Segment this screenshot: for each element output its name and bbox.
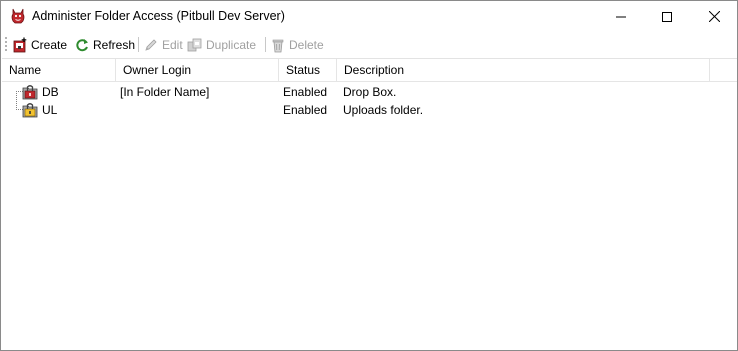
toolbar-separator — [265, 37, 266, 52]
duplicate-icon — [187, 38, 202, 51]
row-name: UL — [42, 103, 58, 117]
maximize-button[interactable] — [644, 1, 690, 32]
row-name: DB — [42, 85, 59, 99]
locked-folder-red-icon — [22, 85, 38, 100]
refresh-button[interactable]: Refresh — [74, 35, 135, 54]
title-bar[interactable]: Administer Folder Access (Pitbull Dev Se… — [1, 1, 737, 32]
window-title: Administer Folder Access (Pitbull Dev Se… — [32, 9, 285, 23]
trash-icon — [272, 39, 284, 52]
locked-folder-yellow-icon — [22, 103, 38, 118]
delete-label: Delete — [289, 37, 324, 52]
create-button[interactable]: Create — [12, 35, 67, 54]
column-header-status[interactable]: Status — [279, 59, 337, 81]
row-status: Enabled — [283, 103, 328, 117]
toolbar: Create Refresh Edit Duplicate Delete — [1, 32, 737, 57]
edit-button[interactable]: Edit — [143, 35, 183, 54]
close-button[interactable] — [691, 1, 737, 32]
column-header-description[interactable]: Description — [337, 59, 710, 81]
column-header-owner-login[interactable]: Owner Login — [116, 59, 279, 81]
minimize-button[interactable] — [598, 1, 644, 32]
row-owner-login: [In Folder Name] — [120, 85, 210, 99]
refresh-icon — [76, 38, 88, 51]
table-row[interactable]: UL Enabled Uploads folder. — [2, 101, 737, 119]
toolbar-grip[interactable] — [5, 36, 7, 53]
folder-list[interactable]: Name Owner Login Status Description DB [… — [2, 58, 737, 350]
row-description: Drop Box. — [343, 85, 397, 99]
table-row[interactable]: DB [In Folder Name] Enabled Drop Box. — [2, 83, 737, 101]
duplicate-button[interactable]: Duplicate — [187, 35, 256, 54]
close-icon — [708, 11, 720, 22]
duplicate-label: Duplicate — [206, 37, 257, 52]
minimize-icon — [616, 16, 626, 17]
delete-button[interactable]: Delete — [270, 35, 324, 54]
column-header-name[interactable]: Name — [2, 59, 116, 81]
row-status: Enabled — [283, 85, 328, 99]
create-folder-icon — [13, 37, 27, 52]
refresh-label: Refresh — [93, 37, 136, 52]
list-header: Name Owner Login Status Description — [2, 59, 737, 82]
folder-access-window: Administer Folder Access (Pitbull Dev Se… — [0, 0, 738, 351]
create-label: Create — [31, 37, 68, 52]
app-devil-icon — [11, 8, 25, 24]
row-description: Uploads folder. — [343, 103, 424, 117]
toolbar-separator — [138, 37, 139, 52]
pencil-icon — [145, 38, 157, 51]
maximize-icon — [662, 11, 672, 22]
edit-label: Edit — [162, 37, 183, 52]
